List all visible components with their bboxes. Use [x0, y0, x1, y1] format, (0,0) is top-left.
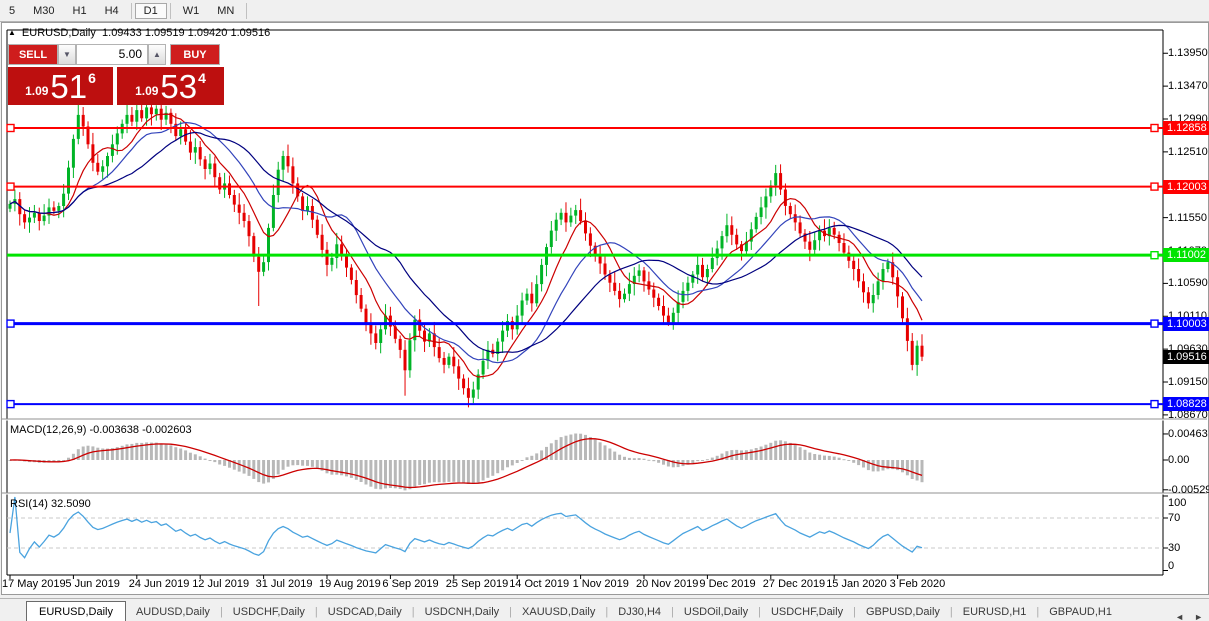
price-line-label-1.10003[interactable]: 1.10003	[1163, 316, 1209, 331]
symbol-tab-audusd-daily[interactable]: AUDUSD,Daily	[126, 602, 220, 621]
price-line-label-1.12858[interactable]: 1.12858	[1163, 121, 1209, 136]
symbol-tab-xauusd-daily[interactable]: XAUUSD,Daily	[512, 602, 605, 621]
symbol-tab-dj30-h4[interactable]: DJ30,H4	[608, 602, 671, 621]
date-axis-label: 1 Nov 2019	[572, 578, 629, 590]
date-axis-label: 17 May 2019	[2, 578, 66, 590]
horizontal-line-1.08828[interactable]	[6, 399, 1163, 409]
date-axis-label: 31 Jul 2019	[255, 578, 313, 590]
symbol-tab-bar: EURUSD,Daily AUDUSD,Daily | USDCHF,Daily | US…	[0, 598, 1209, 621]
trade-controls-row: SELL ▼ 5.00 ▲ BUY	[8, 44, 224, 65]
date-axis-label: 27 Dec 2019	[762, 578, 826, 590]
horizontal-line-1.12003[interactable]	[6, 182, 1163, 191]
price-tick-label: 1.11550	[1168, 211, 1207, 224]
symbol-tab-usdoil-daily[interactable]: USDOil,Daily	[674, 602, 758, 621]
candlestick-series	[8, 98, 924, 408]
rsi-tick-label: 70	[1168, 512, 1181, 524]
price-tick-label: 1.13470	[1168, 80, 1208, 93]
symbol-tab-usdchf-daily[interactable]: USDCHF,Daily	[761, 602, 853, 621]
symbol-tab-gbpaud-h1[interactable]: GBPAUD,H1	[1039, 602, 1122, 621]
volume-input[interactable]: 5.00	[76, 44, 148, 65]
date-axis-label: 24 Jun 2019	[128, 578, 190, 590]
sell-price-sup: 6	[88, 70, 96, 86]
symbol-tab-usdcnh-daily[interactable]: USDCNH,Daily	[415, 602, 510, 621]
rsi-tick-label: 30	[1168, 542, 1181, 554]
price-line-label-1.12003[interactable]: 1.12003	[1163, 179, 1209, 194]
macd-tick-label: 0.00	[1168, 454, 1190, 466]
date-axis-label: 14 Oct 2019	[509, 578, 570, 590]
buy-price-prefix: 1.09	[135, 84, 159, 98]
date-axis-label: 20 Nov 2019	[636, 578, 699, 590]
macd-indicator-label: MACD(12,26,9) -0.003638 -0.002603	[10, 424, 192, 436]
date-axis-label: 3 Feb 2020	[889, 578, 946, 590]
tab-scroll-left-icon[interactable]: ◄	[1175, 612, 1184, 621]
date-axis-label: 6 Sep 2019	[382, 578, 439, 590]
ma-line-26	[9, 131, 923, 354]
chart-ohlc-readout: 1.09433 1.09519 1.09420 1.09516	[102, 27, 271, 39]
collapse-panel-icon[interactable]: ▲	[8, 28, 16, 37]
spinner-down-icon: ▼	[63, 50, 71, 59]
date-axis-label: 12 Jul 2019	[192, 578, 250, 590]
ma-line-8	[9, 113, 923, 378]
date-axis-label: 15 Jan 2020	[826, 578, 887, 590]
date-axis-label: 19 Aug 2019	[319, 578, 381, 590]
rsi-indicator-label: RSI(14) 32.5090	[10, 498, 91, 510]
horizontal-line-1.10003[interactable]	[6, 319, 1163, 328]
chart-title: ▲ EURUSD,Daily 1.09433 1.09519 1.09420 1.…	[8, 27, 270, 39]
volume-increase-button[interactable]: ▲	[148, 44, 166, 65]
symbol-tab-eurusd-h1[interactable]: EURUSD,H1	[953, 602, 1037, 621]
price-tick-label: 1.09150	[1168, 376, 1208, 388]
sell-price-prefix: 1.09	[25, 84, 49, 98]
rsi-tick-label: 100	[1168, 497, 1187, 509]
price-tick-label: 1.13950	[1168, 47, 1208, 60]
chart-frame	[2, 29, 1207, 576]
sell-quote-box[interactable]: 1.09 51 6	[8, 67, 113, 105]
buy-quote-box[interactable]: 1.09 53 4	[117, 67, 224, 105]
date-axis-label: 5 Jun 2019	[65, 578, 120, 590]
one-click-trading-panel: SELL ▼ 5.00 ▲ BUY 1.09 51 6 1.09 53 4	[8, 44, 224, 105]
symbol-tab-usdcad-daily[interactable]: USDCAD,Daily	[318, 602, 412, 621]
tab-scroll-right-icon[interactable]: ►	[1194, 612, 1203, 621]
sell-button[interactable]: SELL	[8, 44, 58, 65]
price-tick-label: 1.12510	[1168, 145, 1208, 158]
buy-price-big: 53	[160, 68, 198, 105]
symbol-tab-gbpusd-daily[interactable]: GBPUSD,Daily	[856, 602, 950, 621]
price-line-label-1.11002[interactable]: 1.11002	[1163, 248, 1209, 263]
sell-price-big: 51	[50, 68, 88, 105]
trading-terminal: 5 M30 H1 H4 D1 W1 MN ▲ EURUSD,Daily 1.09433 1.0…	[0, 0, 1209, 621]
buy-price-sup: 4	[198, 70, 206, 86]
macd-histogram	[8, 433, 924, 491]
price-tick-label: 1.10590	[1168, 277, 1208, 290]
symbol-tab-usdchf-daily[interactable]: USDCHF,Daily	[223, 602, 315, 621]
date-axis-label: 9 Dec 2019	[699, 578, 756, 590]
macd-tick-label: -0.005299	[1168, 483, 1209, 496]
macd-tick-label: 0.00463	[1168, 427, 1208, 440]
date-axis-label: 25 Sep 2019	[445, 578, 509, 590]
ma-line-16	[9, 121, 923, 364]
rsi-tick-label: 0	[1168, 560, 1175, 572]
price-line-label-1.08828[interactable]: 1.08828	[1163, 397, 1209, 412]
rsi-line	[9, 496, 923, 559]
spinner-up-icon: ▲	[153, 50, 161, 59]
tab-scroll-arrows: ◄ ►	[1175, 612, 1209, 621]
volume-decrease-button[interactable]: ▼	[58, 44, 76, 65]
chart-symbol-period: EURUSD,Daily	[21, 27, 96, 39]
symbol-tab-eurusd-daily[interactable]: EURUSD,Daily	[26, 601, 126, 621]
current-price-label: 1.09516	[1163, 349, 1209, 364]
buy-button[interactable]: BUY	[170, 44, 220, 65]
